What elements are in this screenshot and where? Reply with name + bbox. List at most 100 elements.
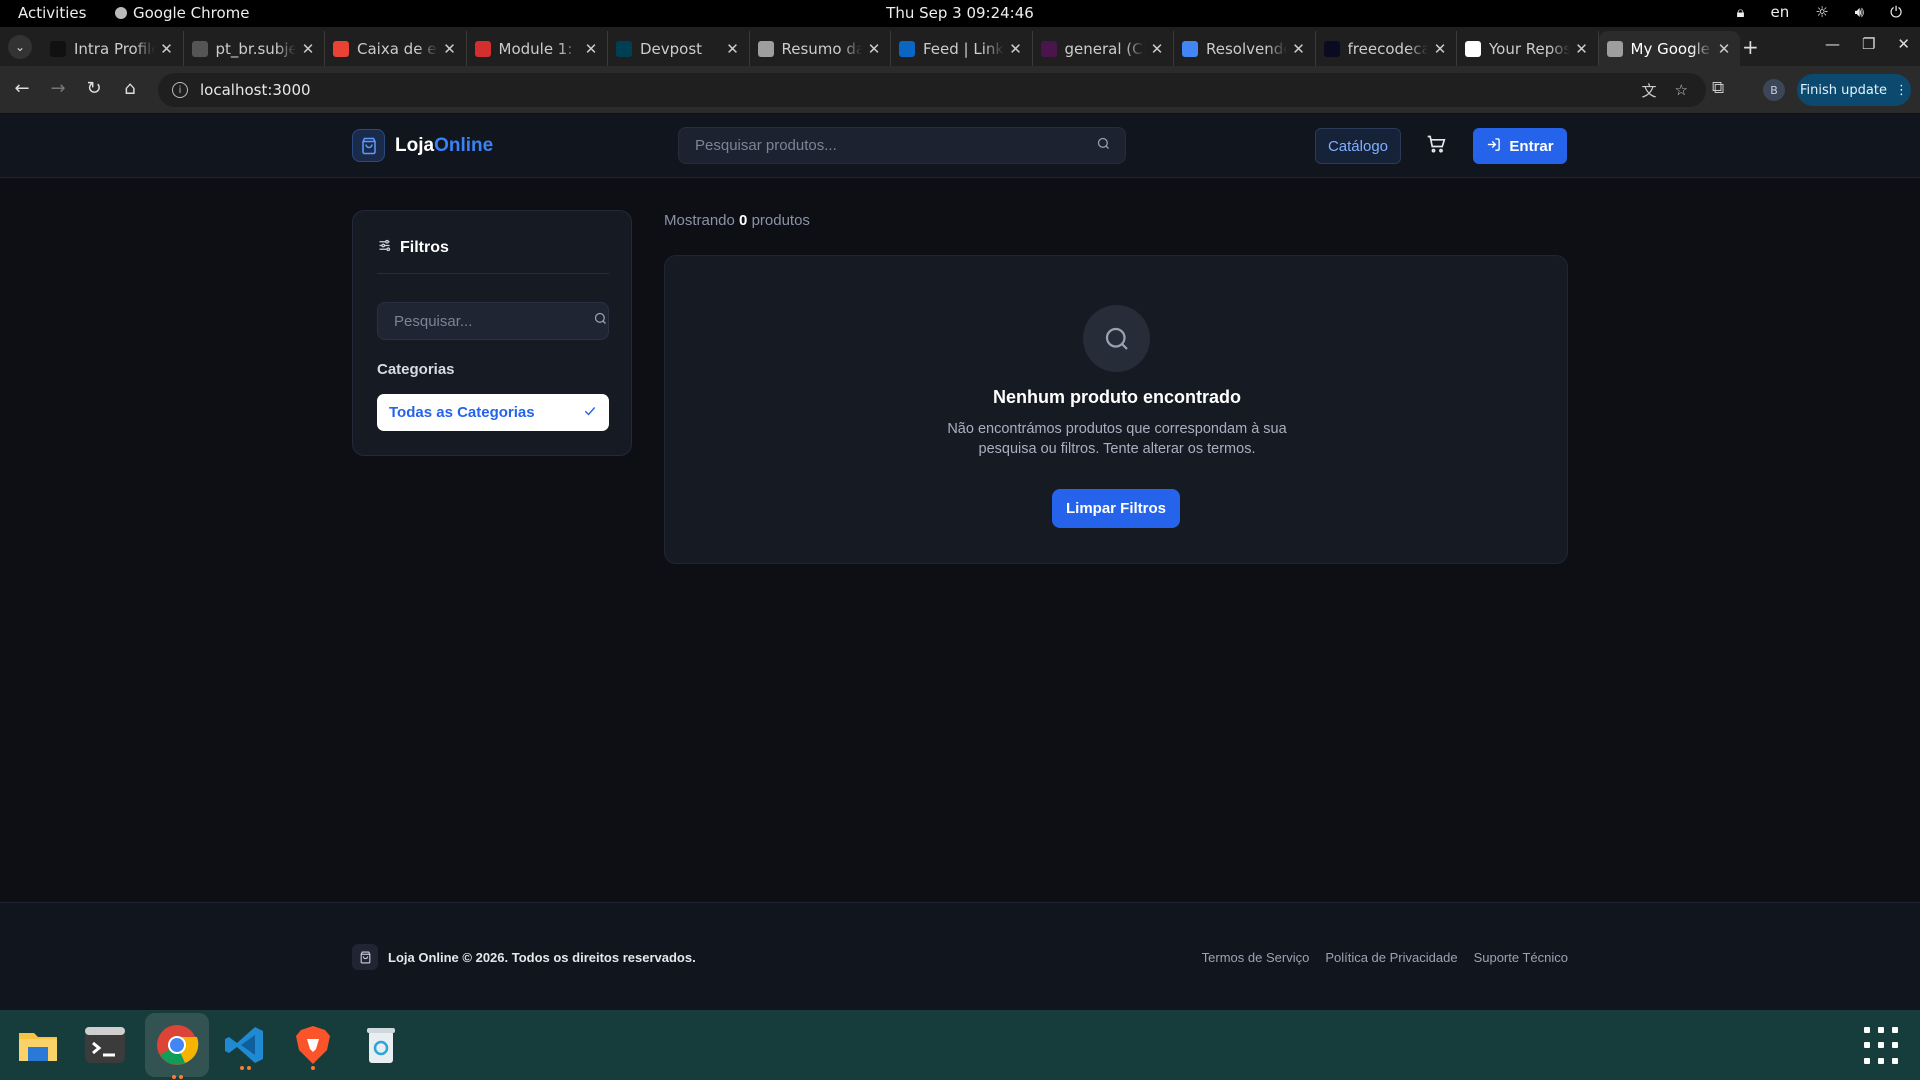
translate-icon[interactable]: 文 bbox=[1642, 80, 1657, 101]
reload-icon[interactable]: ↻ bbox=[82, 78, 106, 99]
tab-close-icon[interactable]: ✕ bbox=[1008, 40, 1024, 58]
home-icon[interactable]: ⌂ bbox=[118, 78, 142, 99]
checkmark-icon bbox=[583, 404, 597, 422]
login-label: Entrar bbox=[1509, 137, 1554, 155]
empty-state-title: Nenhum produto encontrado bbox=[993, 387, 1241, 407]
site-footer: Loja Online © 2026. Todos os direitos re… bbox=[0, 902, 1920, 1010]
tab-title: Your Repositories bbox=[1489, 39, 1570, 58]
volume-icon: 🔊︎ bbox=[1854, 3, 1865, 21]
bookmark-star-icon[interactable]: ☆ bbox=[1675, 81, 1688, 99]
site-logo[interactable]: LojaOnline bbox=[352, 129, 493, 162]
shopping-bag-icon bbox=[352, 944, 378, 970]
catalog-button[interactable]: Catálogo bbox=[1315, 128, 1401, 164]
tab-title: Feed | LinkedIn bbox=[923, 39, 1004, 58]
footer-links: Termos de Serviço Política de Privacidad… bbox=[1202, 950, 1568, 965]
tab-close-icon[interactable]: ✕ bbox=[1574, 40, 1590, 58]
site-info-icon[interactable]: i bbox=[172, 82, 188, 98]
clock[interactable]: Thu Sep 3 09:24:46 bbox=[0, 4, 1920, 22]
trash-app-icon[interactable] bbox=[358, 1022, 404, 1068]
browser-tab[interactable]: Caixa de entrada✕ bbox=[325, 31, 467, 66]
tab-favicon-icon bbox=[191, 40, 208, 57]
cart-icon[interactable] bbox=[1426, 134, 1446, 159]
clear-filters-button[interactable]: Limpar Filtros bbox=[1052, 489, 1180, 528]
tab-title: Resolvendo bbox=[1206, 39, 1287, 58]
tab-title: freecodecamp bbox=[1347, 39, 1429, 58]
footer-link-support[interactable]: Suporte Técnico bbox=[1474, 950, 1568, 965]
window-controls: — ❐ ✕ bbox=[1825, 35, 1910, 53]
browser-tab[interactable]: Your Repositories✕ bbox=[1457, 31, 1599, 66]
browser-tab[interactable]: general (Channel)✕ bbox=[1033, 31, 1174, 66]
tab-title: Devpost bbox=[640, 39, 703, 58]
vscode-app-icon[interactable] bbox=[222, 1022, 268, 1070]
chrome-app-icon[interactable] bbox=[145, 1013, 209, 1079]
shopping-bag-icon bbox=[352, 129, 385, 162]
tab-close-icon[interactable]: ✕ bbox=[1432, 40, 1448, 58]
tab-close-icon[interactable]: ✕ bbox=[725, 40, 741, 58]
empty-state-card: Nenhum produto encontrado Não encontrámo… bbox=[664, 255, 1568, 564]
close-window-icon[interactable]: ✕ bbox=[1897, 35, 1910, 53]
footer-link-privacy[interactable]: Política de Privacidade bbox=[1325, 950, 1457, 965]
filter-search-box bbox=[377, 302, 609, 340]
finish-update-button[interactable]: Finish update ⋮ bbox=[1797, 74, 1911, 106]
tab-favicon-icon bbox=[1323, 40, 1340, 57]
maximize-icon[interactable]: ❐ bbox=[1862, 35, 1875, 53]
browser-tab[interactable]: Module 1: Intro✕ bbox=[467, 31, 608, 66]
browser-tab[interactable]: Devpost ✕ bbox=[608, 31, 750, 66]
back-arrow-icon[interactable]: ← bbox=[10, 78, 34, 99]
web-page: LojaOnline Catálogo Entrar Filtros bbox=[0, 114, 1920, 1010]
search-icon[interactable] bbox=[593, 311, 608, 331]
system-tray[interactable]: 🔒︎ en ☼ 🔊︎ ⏻ bbox=[1736, 3, 1902, 21]
results-count: Mostrando 0 produtos bbox=[664, 212, 810, 229]
terminal-app-icon[interactable] bbox=[82, 1022, 128, 1068]
browser-tab[interactable]: pt_br.subject✕ bbox=[184, 31, 325, 66]
minimize-icon[interactable]: — bbox=[1825, 35, 1840, 53]
tab-favicon-icon bbox=[1182, 40, 1198, 57]
url-text[interactable]: localhost:3000 bbox=[200, 81, 1642, 99]
tab-favicon-icon bbox=[474, 40, 491, 57]
running-indicator bbox=[290, 1066, 336, 1070]
forward-arrow-icon[interactable]: → bbox=[46, 78, 70, 99]
browser-tab[interactable]: Resumo da ✕ bbox=[750, 31, 891, 66]
browser-tab[interactable]: freecodecamp✕ bbox=[1316, 31, 1457, 66]
filters-header: Filtros bbox=[377, 237, 609, 274]
brave-app-icon[interactable] bbox=[290, 1022, 336, 1070]
address-bar[interactable]: i localhost:3000 文 ☆ bbox=[158, 73, 1706, 107]
finish-update-label: Finish update bbox=[1800, 82, 1887, 98]
browser-tab[interactable]: Feed | LinkedIn✕ bbox=[891, 31, 1033, 66]
tab-close-icon[interactable]: ✕ bbox=[442, 40, 458, 58]
footer-brand: Loja Online © 2026. Todos os direitos re… bbox=[352, 944, 696, 970]
dock bbox=[0, 1010, 1920, 1080]
tab-close-icon[interactable]: ✕ bbox=[1291, 40, 1307, 58]
search-icon[interactable] bbox=[1096, 136, 1111, 156]
new-tab-button[interactable]: + bbox=[1742, 35, 1759, 59]
login-button[interactable]: Entrar bbox=[1473, 128, 1567, 164]
tab-title: My Google bbox=[1630, 39, 1710, 58]
results-suffix: produtos bbox=[751, 212, 810, 229]
profile-avatar[interactable]: B bbox=[1763, 79, 1785, 101]
extensions-puzzle-icon[interactable]: ⧉ bbox=[1712, 78, 1724, 98]
browser-tab[interactable]: My Google ✕ bbox=[1598, 31, 1740, 66]
tab-search-chevron-icon[interactable]: ⌄ bbox=[8, 35, 32, 59]
filter-search-input[interactable] bbox=[394, 312, 593, 330]
search-icon bbox=[1083, 305, 1150, 372]
tab-close-icon[interactable]: ✕ bbox=[159, 40, 175, 58]
header-search-input[interactable] bbox=[695, 137, 1096, 154]
categories-label: Categorias bbox=[377, 361, 455, 378]
footer-link-terms[interactable]: Termos de Serviço bbox=[1202, 950, 1310, 965]
tab-title: general (Channel) bbox=[1064, 39, 1146, 58]
show-apps-grid-icon[interactable] bbox=[1864, 1027, 1902, 1065]
results-number: 0 bbox=[739, 212, 748, 229]
tab-close-icon[interactable]: ✕ bbox=[1149, 40, 1165, 58]
tab-close-icon[interactable]: ✕ bbox=[300, 40, 316, 58]
tab-close-icon[interactable]: ✕ bbox=[1716, 40, 1732, 58]
filters-title: Filtros bbox=[400, 239, 449, 256]
tab-close-icon[interactable]: ✕ bbox=[866, 40, 882, 58]
files-app-icon[interactable] bbox=[15, 1022, 61, 1068]
browser-tab[interactable]: Resolvendo ✕ bbox=[1174, 31, 1316, 66]
tab-title: Module 1: Intro bbox=[498, 39, 580, 58]
language-indicator[interactable]: en bbox=[1770, 3, 1789, 21]
category-option-all[interactable]: Todas as Categorias bbox=[377, 394, 609, 431]
kebab-menu-icon: ⋮ bbox=[1894, 82, 1908, 98]
browser-tab[interactable]: Intra Profile ✕ bbox=[42, 31, 184, 66]
tab-close-icon[interactable]: ✕ bbox=[583, 40, 599, 58]
